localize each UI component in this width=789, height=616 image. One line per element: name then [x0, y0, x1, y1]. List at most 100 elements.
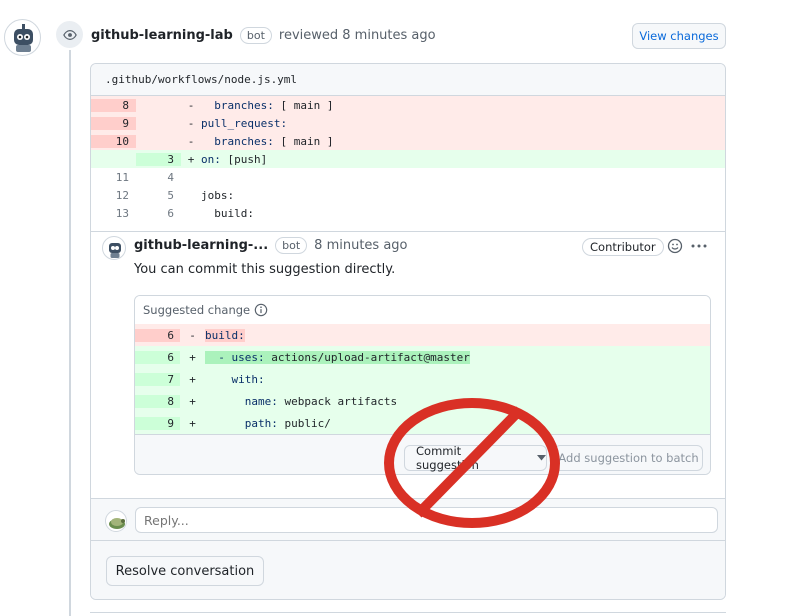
- suggestion-row: 6 + - uses: actions/upload-artifact@mast…: [135, 346, 710, 368]
- caret-down-icon: [537, 455, 546, 461]
- reply-area: [91, 498, 725, 540]
- suggestion-row: 8 + name: webpack artifacts: [135, 390, 710, 412]
- yaml-key: path:: [244, 416, 278, 430]
- diff-code: branches: [ main ]: [201, 135, 725, 148]
- diff-row: 9 - pull_request:: [91, 114, 725, 132]
- new-line-number: 3: [136, 152, 181, 166]
- comment-timestamp[interactable]: 8 minutes ago: [314, 238, 407, 253]
- suggestion-actions: Commit suggestion Add suggestion to batc…: [135, 434, 710, 474]
- yaml-value: webpack artifacts: [277, 394, 398, 408]
- diff-row: 13 6 build:: [91, 204, 725, 222]
- diff-code: jobs:: [201, 189, 725, 202]
- yaml-key: - uses:: [205, 350, 265, 364]
- diff-sign: +: [189, 416, 196, 430]
- line-number: 8: [135, 394, 180, 408]
- contributor-badge: Contributor: [582, 238, 664, 256]
- new-line-number: 5: [167, 188, 174, 202]
- diff-sign: +: [187, 152, 195, 166]
- diff-row: 12 5 jobs:: [91, 186, 725, 204]
- yaml-key: pull_request:: [201, 116, 288, 130]
- comment-author-avatar[interactable]: [102, 236, 126, 260]
- eye-icon: [56, 21, 83, 48]
- comment-author-link[interactable]: github-learning-...: [134, 238, 268, 253]
- new-line-number: 6: [167, 206, 174, 220]
- line-number: 6: [135, 350, 180, 364]
- yaml-value: [ main ]: [273, 98, 334, 112]
- suggestion-code: with:: [205, 373, 265, 386]
- yaml-key: on:: [201, 152, 221, 166]
- bot-badge: bot: [239, 27, 272, 44]
- info-icon[interactable]: [254, 303, 268, 317]
- diff-sign: -: [189, 328, 196, 342]
- reviewer-avatar[interactable]: [4, 19, 41, 56]
- suggested-change-box: Suggested change 6 - build: 6 + - uses: …: [134, 295, 711, 475]
- diff-code: on: [push]: [201, 153, 725, 166]
- old-line-number: 8: [91, 98, 136, 112]
- yaml-key: with:: [231, 372, 265, 386]
- timeline-line: [69, 50, 71, 616]
- diff-row: 3 + on: [push]: [91, 150, 725, 168]
- suggested-change-title: Suggested change: [143, 303, 251, 317]
- timeline-divider: [90, 612, 726, 613]
- line-number: 6: [135, 328, 180, 342]
- add-suggestion-to-batch-button[interactable]: Add suggestion to batch: [554, 445, 703, 471]
- suggestion-code: - uses: actions/upload-artifact@master: [205, 350, 470, 364]
- diff-code: branches: [ main ]: [201, 99, 725, 112]
- resolve-conversation-button[interactable]: Resolve conversation: [106, 556, 264, 586]
- new-line-number: 4: [167, 170, 174, 184]
- yaml-key: branches:: [201, 134, 274, 148]
- user-avatar: [105, 510, 127, 532]
- suggestion-row: 6 - build:: [135, 324, 710, 346]
- diff-sign: +: [189, 394, 196, 408]
- diff-sign: -: [187, 134, 195, 148]
- yaml-value: actions/upload-artifact@master: [264, 350, 470, 364]
- yaml-value: [push]: [220, 152, 268, 166]
- diff-divider: [91, 222, 725, 232]
- line-number: 9: [135, 416, 180, 430]
- diff-row: 11 4: [91, 168, 725, 186]
- diff-sign: -: [187, 98, 195, 112]
- review-header: github-learning-lab bot reviewed 8 minut…: [91, 27, 436, 44]
- view-changes-button[interactable]: View changes: [632, 23, 726, 49]
- yaml-value: [ main ]: [273, 134, 334, 148]
- yaml-value: public/: [277, 416, 331, 430]
- bot-badge: bot: [275, 237, 308, 254]
- yaml-key: build:: [205, 328, 245, 342]
- yaml-key: jobs:: [201, 188, 235, 202]
- reply-input[interactable]: [135, 507, 718, 533]
- file-path[interactable]: .github/workflows/node.js.yml: [91, 64, 725, 96]
- diff-sign: +: [189, 372, 196, 386]
- resolve-area: Resolve conversation: [91, 540, 725, 599]
- diff-row: 10 - branches: [ main ]: [91, 132, 725, 150]
- suggestion-code: build:: [205, 328, 245, 342]
- suggested-change-header: Suggested change: [135, 296, 710, 324]
- suggestion-code: path: public/: [205, 417, 331, 430]
- diff-code: pull_request:: [201, 117, 725, 130]
- review-action-text: reviewed 8 minutes ago: [278, 28, 436, 43]
- old-line-number: 12: [115, 188, 129, 202]
- line-number: 7: [135, 372, 180, 386]
- suggestion-code: name: webpack artifacts: [205, 395, 397, 408]
- suggestion-row: 9 + path: public/: [135, 412, 710, 434]
- diff-sign: -: [187, 116, 195, 130]
- old-line-number: 9: [91, 116, 136, 130]
- kebab-menu-icon[interactable]: [690, 238, 708, 254]
- yaml-key: build:: [201, 206, 254, 220]
- diff-table: 8 - branches: [ main ] 9 - pull_request:…: [91, 96, 725, 232]
- commit-suggestion-label: Commit suggestion: [416, 444, 479, 472]
- old-line-number: 10: [91, 134, 136, 148]
- commit-suggestion-button[interactable]: Commit suggestion: [404, 444, 547, 472]
- yaml-key: branches:: [201, 98, 274, 112]
- diff-row: 8 - branches: [ main ]: [91, 96, 725, 114]
- comment-header: github-learning-... bot 8 minutes ago: [134, 237, 408, 254]
- smiley-icon[interactable]: [667, 238, 683, 254]
- diff-sign: +: [189, 350, 196, 364]
- old-line-number: 13: [115, 206, 129, 220]
- yaml-key: name:: [244, 394, 278, 408]
- comment-body: You can commit this suggestion directly.: [134, 262, 396, 277]
- review-author-link[interactable]: github-learning-lab: [91, 28, 233, 43]
- suggestion-row: 7 + with:: [135, 368, 710, 390]
